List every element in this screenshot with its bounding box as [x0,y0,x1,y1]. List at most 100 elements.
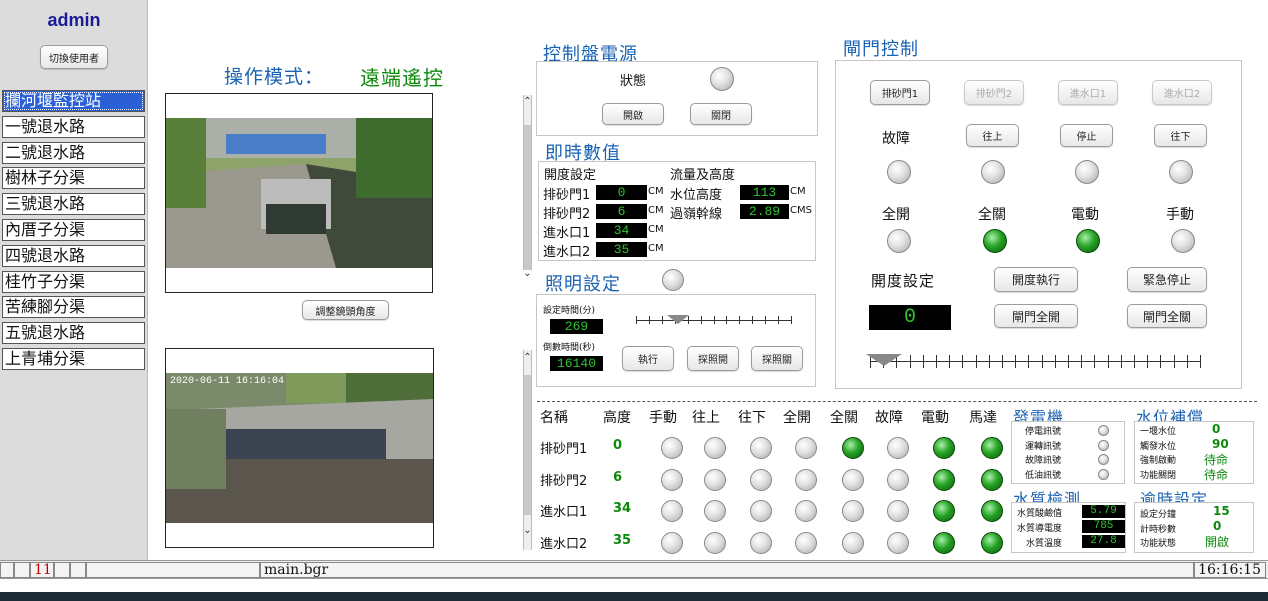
status-cell [54,562,70,578]
adjust-camera-button[interactable]: 調整鏡頭角度 [302,300,389,320]
mode-value: 遠端遙控 [360,66,444,90]
generator-item-label: 停電訊號 [1025,427,1062,437]
table-header: 往下 [738,410,766,426]
lighting-title: 照明設定 [545,274,621,295]
table-state-led [750,437,772,459]
set-time-display[interactable]: 269 [550,319,603,334]
site-item[interactable]: 上青埔分渠 [2,348,145,370]
table-state-led [795,531,817,554]
mode-label: 操作模式： [224,66,325,88]
timer-value: 0 [1213,518,1222,533]
scrollbar-upper-thumb[interactable] [524,125,531,270]
slider-tick [661,316,663,324]
slider-tick [922,355,924,368]
gate-tab[interactable]: 進水口1 [1058,80,1118,105]
site-item[interactable]: 三號退水路 [2,193,145,216]
gate-stop-button[interactable]: 停止 [1060,124,1113,147]
floodlight-off-button[interactable]: 探照關 [751,346,803,371]
status-cell [0,562,14,578]
table-header: 手動 [649,410,677,426]
site-item[interactable]: 四號退水路 [2,244,145,267]
generator-item-label: 低油訊號 [1025,470,1062,481]
site-item[interactable]: 攔河堰監控站 [2,90,145,112]
floodlight-on-button[interactable]: 探照開 [687,346,739,371]
table-state-led [661,468,683,491]
generator-item-led [1098,468,1109,480]
gate-tab[interactable]: 排砂門2 [964,80,1024,105]
status-cell [86,562,260,578]
lighting-slider[interactable] [636,310,792,330]
table-state-led [750,500,772,522]
slider-tick [1068,355,1069,368]
power-close-button[interactable]: 關閉 [690,103,752,125]
generator-item-led [1098,454,1109,465]
slider-thumb[interactable] [666,315,689,324]
gate-tab[interactable]: 排砂門1 [870,80,930,105]
emergency-stop-button[interactable]: 緊急停止 [1127,267,1207,292]
slider-tick [1134,355,1135,368]
scroll-up-icon[interactable]: ⌃ [523,352,532,363]
scroll-down-icon[interactable]: ⌄ [523,525,532,536]
site-item[interactable]: 苦練腳分渠 [2,296,145,319]
generator-item-led [1098,439,1109,451]
table-state-led [933,500,955,522]
table-header: 名稱 [540,410,568,426]
realtime-row-value: 0 [596,185,647,200]
down-led [1169,160,1193,184]
gate-tab[interactable]: 進水口2 [1152,80,1212,105]
countdown-display: 16140 [550,356,603,371]
scrollbar-lower-thumb[interactable] [524,375,531,515]
table-state-led [704,437,726,459]
table-state-led [704,500,726,522]
gate-up-button[interactable]: 往上 [966,124,1019,147]
table-row-height: 6 [613,469,623,485]
table-state-led [842,468,864,491]
water-level-value: 90 [1212,436,1229,451]
site-item[interactable]: 樹林子分渠 [2,167,145,190]
power-open-button[interactable]: 開啟 [602,103,664,125]
switch-user-button[interactable]: 切換使用者 [40,45,108,69]
realtime-row-value: 34 [596,223,647,238]
table-row-height: 0 [613,438,623,453]
table-row-height: 35 [613,532,632,548]
site-item[interactable]: 桂竹子分渠 [2,270,145,293]
slider-tick [1120,355,1122,368]
taskbar [0,592,1268,601]
opening-setting-input[interactable]: 0 [869,305,951,330]
gate-opening-slider[interactable] [866,348,1201,374]
timer-value: 開啟 [1205,535,1230,549]
opening-exec-button[interactable]: 開度執行 [994,267,1078,292]
camera-view-2[interactable]: 2020-06-11 16:16:04 [165,348,434,548]
site-item[interactable]: 二號退水路 [2,141,145,164]
gate-title: 閘門控制 [843,39,919,60]
gate-close-all-button[interactable]: 閘門全關 [1127,304,1207,328]
slider-thumb[interactable] [866,354,902,366]
table-state-led [887,500,909,522]
table-state-led [795,468,817,491]
realtime-row-value: 35 [596,242,647,257]
gate-down-button[interactable]: 往下 [1154,124,1207,147]
countdown-label: 倒數時間(秒) [543,343,596,353]
site-item[interactable]: 內厝子分渠 [2,219,145,241]
slider-tick [700,316,702,324]
lighting-exec-button[interactable]: 執行 [622,346,674,371]
table-state-led [887,437,909,459]
slider-tick [988,355,990,368]
water-level-label: 強制啟動 [1140,456,1177,466]
slider-tick [1200,355,1201,368]
camera-timestamp: 2020-06-11 16:16:04 [170,376,285,387]
table-state-led [750,468,772,491]
scroll-down-icon[interactable]: ⌄ [523,268,532,279]
site-item[interactable]: 一號退水路 [2,115,145,138]
site-item[interactable]: 五號退水路 [2,322,145,345]
slider-tick [909,355,911,368]
table-state-led [842,500,864,522]
scroll-up-icon[interactable]: ⌃ [523,96,532,107]
gate-open-all-button[interactable]: 閘門全開 [994,304,1078,328]
table-state-led [661,437,683,459]
slider-tick [1081,355,1083,368]
table-state-led [933,531,955,554]
fault-led [887,160,911,184]
indicator-led [887,229,911,253]
camera-view-1[interactable] [165,93,433,293]
